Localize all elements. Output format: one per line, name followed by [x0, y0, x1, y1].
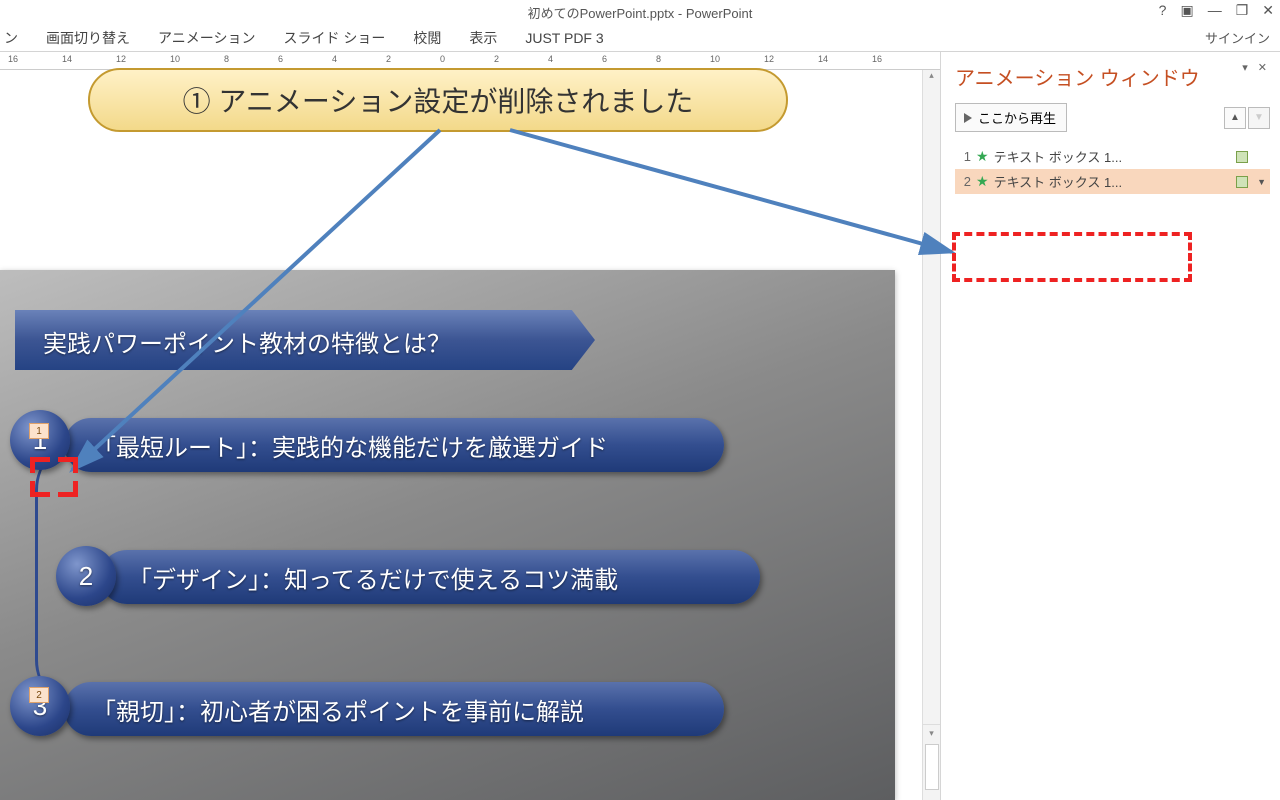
ribbon-tab[interactable]: 校閲 [413, 24, 441, 52]
play-icon [964, 113, 972, 123]
number-circle[interactable]: 2 [56, 546, 116, 606]
animation-tag[interactable]: 1 [29, 423, 49, 439]
move-up-button[interactable]: ▲ [1224, 107, 1246, 129]
maximize-icon[interactable]: ❐ [1236, 2, 1249, 19]
title-bar: 初めてのPowerPoint.pptx - PowerPoint ? ▣ — ❐… [0, 0, 1280, 24]
animation-list-item[interactable]: 1 ★ テキスト ボックス 1... [955, 144, 1270, 169]
window-title: 初めてのPowerPoint.pptx - PowerPoint [528, 3, 753, 22]
annotation-callout: ① アニメーション設定が削除されました [88, 68, 788, 132]
number-circle[interactable]: 3 [10, 676, 70, 736]
ribbon-options-icon[interactable]: ▣ [1180, 2, 1193, 19]
animation-pane: ▾ ✕ アニメーション ウィンドウ ここから再生 ▲ ▼ 1 ★ テキスト ボッ… [940, 52, 1280, 800]
close-icon[interactable]: ✕ [1262, 2, 1274, 19]
pane-close-icon[interactable]: ✕ [1255, 60, 1270, 75]
slide-canvas[interactable]: 実践パワーポイント教材の特徴とは？ 「最短ルート」：実践的な機能だけを厳選ガイド… [0, 270, 895, 800]
play-button-label: ここから再生 [978, 108, 1056, 127]
ribbon-tab[interactable]: スライド ショー [283, 24, 385, 52]
sign-in-link[interactable]: サインイン [1205, 28, 1270, 47]
play-from-here-button[interactable]: ここから再生 [955, 103, 1067, 132]
slide-title-banner[interactable]: 実践パワーポイント教材の特徴とは？ [15, 310, 595, 370]
timeline-block [1236, 176, 1248, 188]
move-down-button[interactable]: ▼ [1248, 107, 1270, 129]
callout-text: ① アニメーション設定が削除されました [183, 80, 694, 120]
animation-pane-title: アニメーション ウィンドウ [955, 62, 1270, 91]
window-controls: ? ▣ — ❐ ✕ [1159, 2, 1274, 19]
animation-item-label: テキスト ボックス 1... [994, 172, 1123, 191]
scroll-up-icon[interactable]: ▴ [923, 70, 940, 84]
scroll-thumb[interactable] [925, 744, 939, 790]
animation-tag[interactable]: 2 [29, 687, 49, 703]
ribbon-tab[interactable]: 表示 [469, 24, 497, 52]
slide-editor: 16 14 12 10 8 6 4 2 0 2 4 6 8 10 12 14 1… [0, 52, 940, 800]
timeline-block [1236, 151, 1248, 163]
vertical-scrollbar[interactable]: ▴ ▾ [922, 70, 940, 800]
ribbon-tab[interactable]: ン [4, 24, 18, 52]
ribbon-tab[interactable]: 画面切り替え [46, 24, 130, 52]
star-icon: ★ [976, 173, 989, 190]
help-icon[interactable]: ? [1159, 2, 1167, 19]
ribbon-tabs: ン 画面切り替え アニメーション スライド ショー 校閲 表示 JUST PDF… [0, 24, 1280, 52]
slide-item-bar[interactable]: 「最短ルート」：実践的な機能だけを厳選ガイド [64, 418, 724, 472]
pane-options-icon[interactable]: ▾ [1239, 60, 1251, 75]
animation-item-label: テキスト ボックス 1... [994, 147, 1123, 166]
animation-list-item[interactable]: 2 ★ テキスト ボックス 1... ▼ [955, 169, 1270, 194]
slide-item-bar[interactable]: 「親切」：初心者が困るポイントを事前に解説 [64, 682, 724, 736]
ribbon-tab[interactable]: アニメーション [158, 24, 255, 52]
dropdown-icon[interactable]: ▼ [1257, 177, 1266, 187]
animation-item-number: 1 [959, 149, 971, 164]
scroll-down-icon[interactable]: ▾ [923, 724, 940, 740]
slide-item-bar[interactable]: 「デザイン」：知ってるだけで使えるコツ満載 [100, 550, 760, 604]
minimize-icon[interactable]: — [1208, 2, 1222, 19]
animation-item-number: 2 [959, 174, 971, 189]
star-icon: ★ [976, 148, 989, 165]
ribbon-tab[interactable]: JUST PDF 3 [525, 26, 603, 50]
highlight-box-slide [30, 457, 78, 497]
highlight-box-pane [952, 232, 1192, 282]
